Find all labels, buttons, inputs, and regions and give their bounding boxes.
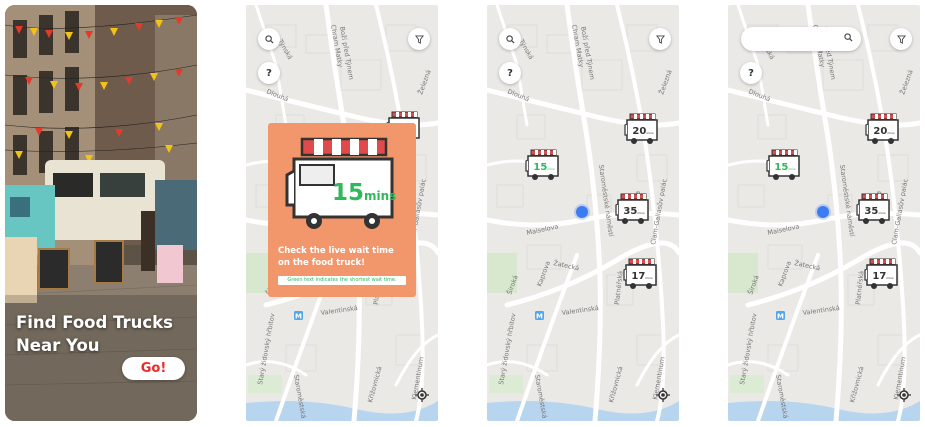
- search-icon: [844, 33, 853, 42]
- filter-icon: [896, 34, 906, 44]
- search-button[interactable]: [258, 28, 280, 50]
- truck-wait-unit: mins: [886, 276, 894, 280]
- onboarding-wait-time: 15mins: [332, 181, 396, 208]
- user-location-dot: [576, 206, 588, 218]
- search-icon: [505, 34, 515, 44]
- help-icon: ?: [748, 67, 754, 79]
- splash-title-line-1: Find Food Trucks: [16, 313, 173, 332]
- onboarding-wait-unit: mins: [364, 189, 397, 203]
- truck-wait-time: 15mins: [533, 163, 555, 174]
- truck-wait-value: 15: [533, 162, 548, 173]
- filter-button[interactable]: [890, 28, 912, 50]
- onboarding-card: 15mins Check the live wait time on the f…: [268, 123, 416, 297]
- food-truck-marker[interactable]: 15mins: [766, 149, 802, 183]
- truck-wait-value: 15: [774, 162, 789, 173]
- food-truck-marker[interactable]: 20mins: [865, 113, 901, 147]
- truck-wait-value: 17: [872, 271, 887, 282]
- food-truck-marker[interactable]: 17mins: [864, 258, 900, 292]
- help-icon: ?: [507, 67, 513, 79]
- truck-wait-unit: mins: [547, 167, 555, 171]
- splash-title-line-2: Near You: [16, 336, 100, 355]
- truck-wait-unit: mins: [645, 276, 653, 280]
- filter-button[interactable]: [408, 28, 430, 50]
- truck-wait-value: 17: [631, 271, 646, 282]
- filter-icon: [414, 34, 424, 44]
- map-screen-trucks: ? 20mins 15mins 35mins 17mins: [487, 5, 679, 421]
- onboarding-wait-value: 15: [332, 180, 365, 206]
- truck-wait-unit: mins: [887, 131, 895, 135]
- truck-wait-unit: mins: [646, 131, 654, 135]
- truck-wait-value: 20: [632, 126, 647, 137]
- go-button[interactable]: Go!: [122, 357, 185, 380]
- filter-icon: [655, 34, 665, 44]
- locate-icon[interactable]: [656, 388, 670, 402]
- truck-wait-time: 35mins: [864, 207, 886, 218]
- help-button[interactable]: ?: [740, 62, 762, 84]
- truck-wait-value: 20: [873, 126, 888, 137]
- locate-icon[interactable]: [897, 388, 911, 402]
- help-button[interactable]: ?: [499, 62, 521, 84]
- truck-wait-time: 20mins: [873, 127, 895, 138]
- food-truck-marker[interactable]: 17mins: [623, 258, 659, 292]
- map-screen-onboarding: ? 15mins Check the live wait time on the…: [246, 5, 438, 421]
- truck-wait-time: 17mins: [631, 272, 653, 283]
- food-truck-marker[interactable]: 20mins: [624, 113, 660, 147]
- truck-wait-value: 35: [864, 206, 879, 217]
- map-screen-search: ? 20mins 15mins 35mins 17mins: [728, 5, 920, 421]
- help-icon: ?: [266, 67, 272, 79]
- truck-wait-unit: mins: [637, 211, 645, 215]
- splash-title: Find Food Trucks Near You: [16, 311, 173, 357]
- food-truck-marker[interactable]: 35mins: [856, 193, 892, 227]
- onboarding-heading: Check the live wait time on the food tru…: [278, 246, 394, 268]
- locate-icon[interactable]: [415, 388, 429, 402]
- filter-button[interactable]: [649, 28, 671, 50]
- truck-wait-time: 15mins: [774, 163, 796, 174]
- truck-wait-time: 20mins: [632, 127, 654, 138]
- splash-screen: Find Food Trucks Near You Go!: [5, 5, 197, 421]
- search-icon: [264, 34, 274, 44]
- truck-wait-time: 17mins: [872, 272, 894, 283]
- truck-wait-unit: mins: [878, 211, 886, 215]
- food-truck-marker[interactable]: 35mins: [615, 193, 651, 227]
- onboarding-note: Green text indicates the shortest wait t…: [278, 276, 406, 285]
- help-button[interactable]: ?: [258, 62, 280, 84]
- truck-wait-value: 35: [623, 206, 638, 217]
- truck-wait-time: 35mins: [623, 207, 645, 218]
- food-truck-marker[interactable]: 15mins: [525, 149, 561, 183]
- search-button[interactable]: [499, 28, 521, 50]
- user-location-dot: [817, 206, 829, 218]
- truck-wait-unit: mins: [788, 167, 796, 171]
- search-input[interactable]: [741, 27, 861, 51]
